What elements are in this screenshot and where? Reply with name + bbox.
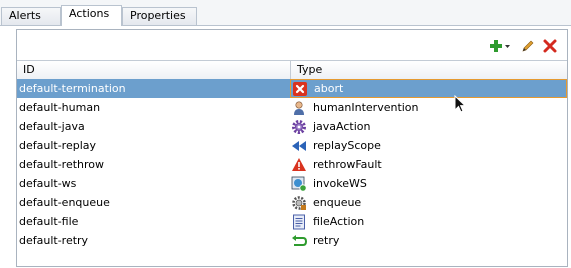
row-type-label: invokeWS xyxy=(313,177,367,190)
row-type-label: retry xyxy=(313,234,340,247)
delete-icon xyxy=(543,39,557,53)
actions-frame: ID Type default-termination abort defaul… xyxy=(16,29,568,267)
row-type[interactable]: fileAction xyxy=(290,212,567,231)
tab-bar: Alerts Actions Properties xyxy=(0,0,571,26)
webservice-icon xyxy=(291,176,307,192)
row-id: default-ws xyxy=(19,177,77,190)
add-button[interactable] xyxy=(488,38,512,54)
table-row[interactable]: default-replay replayScope xyxy=(17,136,567,155)
row-id: default-file xyxy=(19,215,79,228)
table-row[interactable]: default-termination abort xyxy=(17,79,567,98)
warning-icon xyxy=(292,157,306,171)
edit-button[interactable] xyxy=(519,38,537,54)
actions-panel: ID Type default-termination abort defaul… xyxy=(4,26,570,268)
row-type[interactable]: rethrowFault xyxy=(290,155,567,174)
table-row[interactable]: default-java javaAction xyxy=(17,117,567,136)
column-header-type[interactable]: Type xyxy=(291,61,322,79)
row-type-label: humanIntervention xyxy=(313,101,419,114)
delete-button[interactable] xyxy=(541,38,559,54)
retry-icon xyxy=(292,234,307,246)
row-type[interactable]: enqueue xyxy=(290,193,567,212)
gear-icon xyxy=(292,119,306,134)
column-header-id[interactable]: ID xyxy=(17,61,35,79)
table-row[interactable]: default-retry retry xyxy=(17,231,567,250)
mouse-cursor-icon xyxy=(454,95,467,113)
tab-alerts[interactable]: Alerts xyxy=(1,7,61,25)
table-row[interactable]: default-ws invokeWS xyxy=(17,174,567,193)
row-type-label: replayScope xyxy=(313,139,381,152)
row-type[interactable]: javaAction xyxy=(290,117,567,136)
rewind-icon xyxy=(292,140,306,151)
table-row[interactable]: default-file fileAction xyxy=(17,212,567,231)
row-type[interactable]: abort xyxy=(290,79,567,98)
row-type-label: abort xyxy=(314,82,344,95)
add-icon xyxy=(490,40,510,52)
row-type-label: javaAction xyxy=(313,120,371,133)
table-row[interactable]: default-rethrow rethrowFault xyxy=(17,155,567,174)
table-header: ID Type xyxy=(17,60,567,80)
tab-actions[interactable]: Actions xyxy=(61,5,122,26)
row-type-label: fileAction xyxy=(313,215,365,228)
row-type[interactable]: retry xyxy=(290,231,567,250)
row-type-label: rethrowFault xyxy=(313,158,382,171)
table-row[interactable]: default-human humanIntervention xyxy=(17,98,567,117)
row-type[interactable]: humanIntervention xyxy=(290,98,567,117)
row-id: default-retry xyxy=(19,234,89,247)
row-type[interactable]: replayScope xyxy=(290,136,567,155)
row-id: default-java xyxy=(19,120,85,133)
abort-icon xyxy=(293,81,307,96)
row-id: default-termination xyxy=(19,82,126,95)
row-type[interactable]: invokeWS xyxy=(290,174,567,193)
table-row[interactable]: default-enqueue enqueue xyxy=(17,193,567,212)
toolbar xyxy=(17,30,567,60)
person-icon xyxy=(294,100,304,115)
row-id: default-rethrow xyxy=(19,158,105,171)
table-body: default-termination abort default-human xyxy=(17,79,567,250)
row-id: default-enqueue xyxy=(19,196,110,209)
queue-icon xyxy=(292,195,306,210)
tab-properties[interactable]: Properties xyxy=(122,7,197,25)
row-id: default-human xyxy=(19,101,101,114)
row-id: default-replay xyxy=(19,139,97,152)
edit-icon xyxy=(522,40,534,52)
file-icon xyxy=(293,214,305,229)
row-type-label: enqueue xyxy=(313,196,362,209)
